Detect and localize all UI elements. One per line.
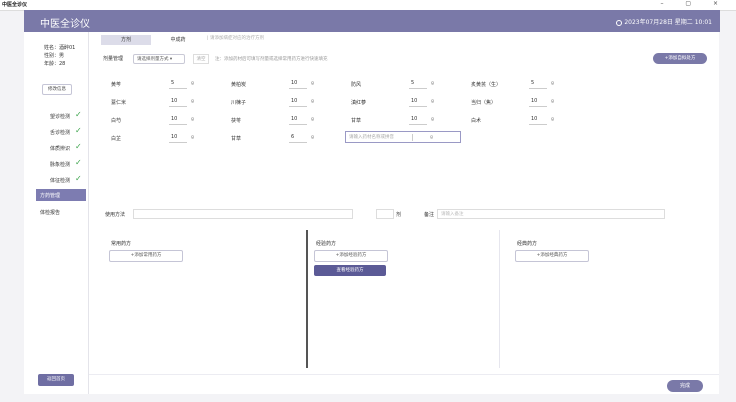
- dose-count-input[interactable]: [376, 209, 394, 219]
- check-icon: ✓: [75, 142, 82, 151]
- dose-input[interactable]: 10: [169, 133, 187, 143]
- herb-item: 白芍 10 g: [111, 115, 194, 125]
- patient-name: 姓名：酒醉01: [44, 45, 76, 51]
- dose-input[interactable]: 5: [409, 79, 427, 89]
- dose-hint: 注：添加药材后可填写剂量或选择常用药方进行快速填充: [215, 57, 328, 62]
- clock-icon: [616, 19, 623, 26]
- clock: 2023年07月28日 星期二 10:01: [616, 17, 712, 26]
- dose-input[interactable]: 5: [169, 79, 187, 89]
- note-input[interactable]: 请输入备注: [437, 209, 665, 219]
- classic-prescriptions: 经典药方 +添加经典药方: [507, 232, 697, 370]
- herb-item: 茯苓 10 g: [231, 115, 314, 125]
- dose-input[interactable]: 10: [289, 97, 307, 107]
- herb-item: 甘草 10 g: [351, 115, 434, 125]
- dose-count-unit: 剂: [396, 212, 402, 218]
- herb-item: 滇红蔘 10 g: [351, 97, 434, 107]
- usage-label: 使用方法: [105, 212, 126, 218]
- herb-item: 炙黄芪（生） 5 g: [471, 79, 554, 89]
- note-label: 备注: [424, 212, 435, 218]
- tab-patent-medicine[interactable]: 中成药: [153, 35, 203, 45]
- custom-herb-input[interactable]: 请输入药材名称或拼音 g: [345, 131, 461, 143]
- herb-item: 白术 10 g: [471, 115, 554, 125]
- clear-button[interactable]: 清空: [193, 54, 209, 64]
- sidebar-item-constitution[interactable]: 体质辨识 ✓: [36, 142, 86, 154]
- patient-info: 姓名：酒醉01 性别：男 年龄：28: [44, 44, 75, 68]
- check-icon: ✓: [75, 110, 82, 119]
- window-controls[interactable]: – ▢ ×: [660, 0, 728, 7]
- dose-input[interactable]: 10: [409, 115, 427, 125]
- add-custom-prescription-button[interactable]: +添加自拟处方: [653, 53, 707, 64]
- check-icon: ✓: [75, 158, 82, 167]
- dose-mode-select[interactable]: 请选择剂量方式 ▾: [133, 54, 185, 64]
- herb-item: 黄柏炭 10 g: [231, 79, 314, 89]
- view-experience-prescription-button[interactable]: 查看经验药方: [314, 265, 386, 276]
- app-header: 中医全诊仪 2023年07月28日 星期二 10:01: [24, 10, 720, 32]
- patient-gender: 性别：男: [44, 53, 65, 59]
- dose-input[interactable]: 10: [529, 97, 547, 107]
- tab-decoction[interactable]: 方剂: [101, 35, 151, 45]
- back-home-button[interactable]: 返回首页: [38, 374, 74, 386]
- dose-input[interactable]: 10: [529, 115, 547, 125]
- usage-input[interactable]: [133, 209, 353, 219]
- herb-item: 防风 5 g: [351, 79, 434, 89]
- window-title: 中医全诊仪: [2, 2, 28, 8]
- sidebar: 姓名：酒醉01 性别：男 年龄：28 修改信息 望诊检测 ✓ 舌诊检测 ✓ 体质辨识…: [24, 32, 89, 394]
- check-icon: ✓: [75, 126, 82, 135]
- app-name: 中医全诊仪: [40, 19, 90, 30]
- dose-input[interactable]: 10: [169, 97, 187, 107]
- done-button[interactable]: 完成: [667, 380, 703, 392]
- sidebar-item-prescription[interactable]: 方药管理: [36, 189, 86, 201]
- herb-item: 薏仁米 10 g: [111, 97, 194, 107]
- dose-input[interactable]: 10: [289, 79, 307, 89]
- main-panel: 方剂 中成药 | 请添加病症对应的治疗方剂 剂量管理 请选择剂量方式 ▾ 清空 …: [89, 32, 719, 394]
- common-prescriptions: 常用药方 +添加常用药方: [101, 232, 291, 370]
- add-common-prescription-button[interactable]: +添加常用药方: [109, 250, 183, 262]
- dose-input[interactable]: 5: [529, 79, 547, 89]
- dose-input[interactable]: 6: [289, 133, 307, 143]
- sidebar-item-report[interactable]: 体检报告: [36, 206, 86, 218]
- herb-item: 白芷 10 g: [111, 133, 194, 143]
- dose-input[interactable]: 10: [289, 115, 307, 125]
- sidebar-item-pulse[interactable]: 脉象检测 ✓: [36, 158, 86, 170]
- sidebar-item-tongue[interactable]: 舌诊检测 ✓: [36, 126, 86, 138]
- sidebar-item-vitals[interactable]: 体征检测 ✓: [36, 174, 86, 186]
- edit-info-button[interactable]: 修改信息: [42, 84, 72, 95]
- herb-item: 甘草 6 g: [231, 133, 314, 143]
- herb-item: 当归（焦） 10 g: [471, 97, 554, 107]
- tab-hint: | 请添加病症对应的治疗方剂: [207, 36, 264, 41]
- divider: [89, 374, 719, 375]
- experience-prescriptions: 经验药方 +添加经验药方 查看经验药方: [306, 232, 496, 370]
- dose-input[interactable]: 10: [169, 115, 187, 125]
- dose-input[interactable]: 10: [409, 97, 427, 107]
- herb-item: 黄芩 5 g: [111, 79, 194, 89]
- add-classic-prescription-button[interactable]: +添加经典药方: [515, 250, 589, 262]
- check-icon: ✓: [75, 174, 82, 183]
- herb-item: 川楝子 10 g: [231, 97, 314, 107]
- add-experience-prescription-button[interactable]: +添加经验药方: [314, 250, 388, 262]
- column-divider: [499, 230, 500, 368]
- sidebar-item-face[interactable]: 望诊检测 ✓: [36, 110, 86, 122]
- datetime: 2023年07月28日 星期二 10:01: [624, 19, 712, 26]
- dose-mode-label: 剂量管理: [103, 56, 124, 62]
- patient-age: 年龄：28: [44, 61, 66, 67]
